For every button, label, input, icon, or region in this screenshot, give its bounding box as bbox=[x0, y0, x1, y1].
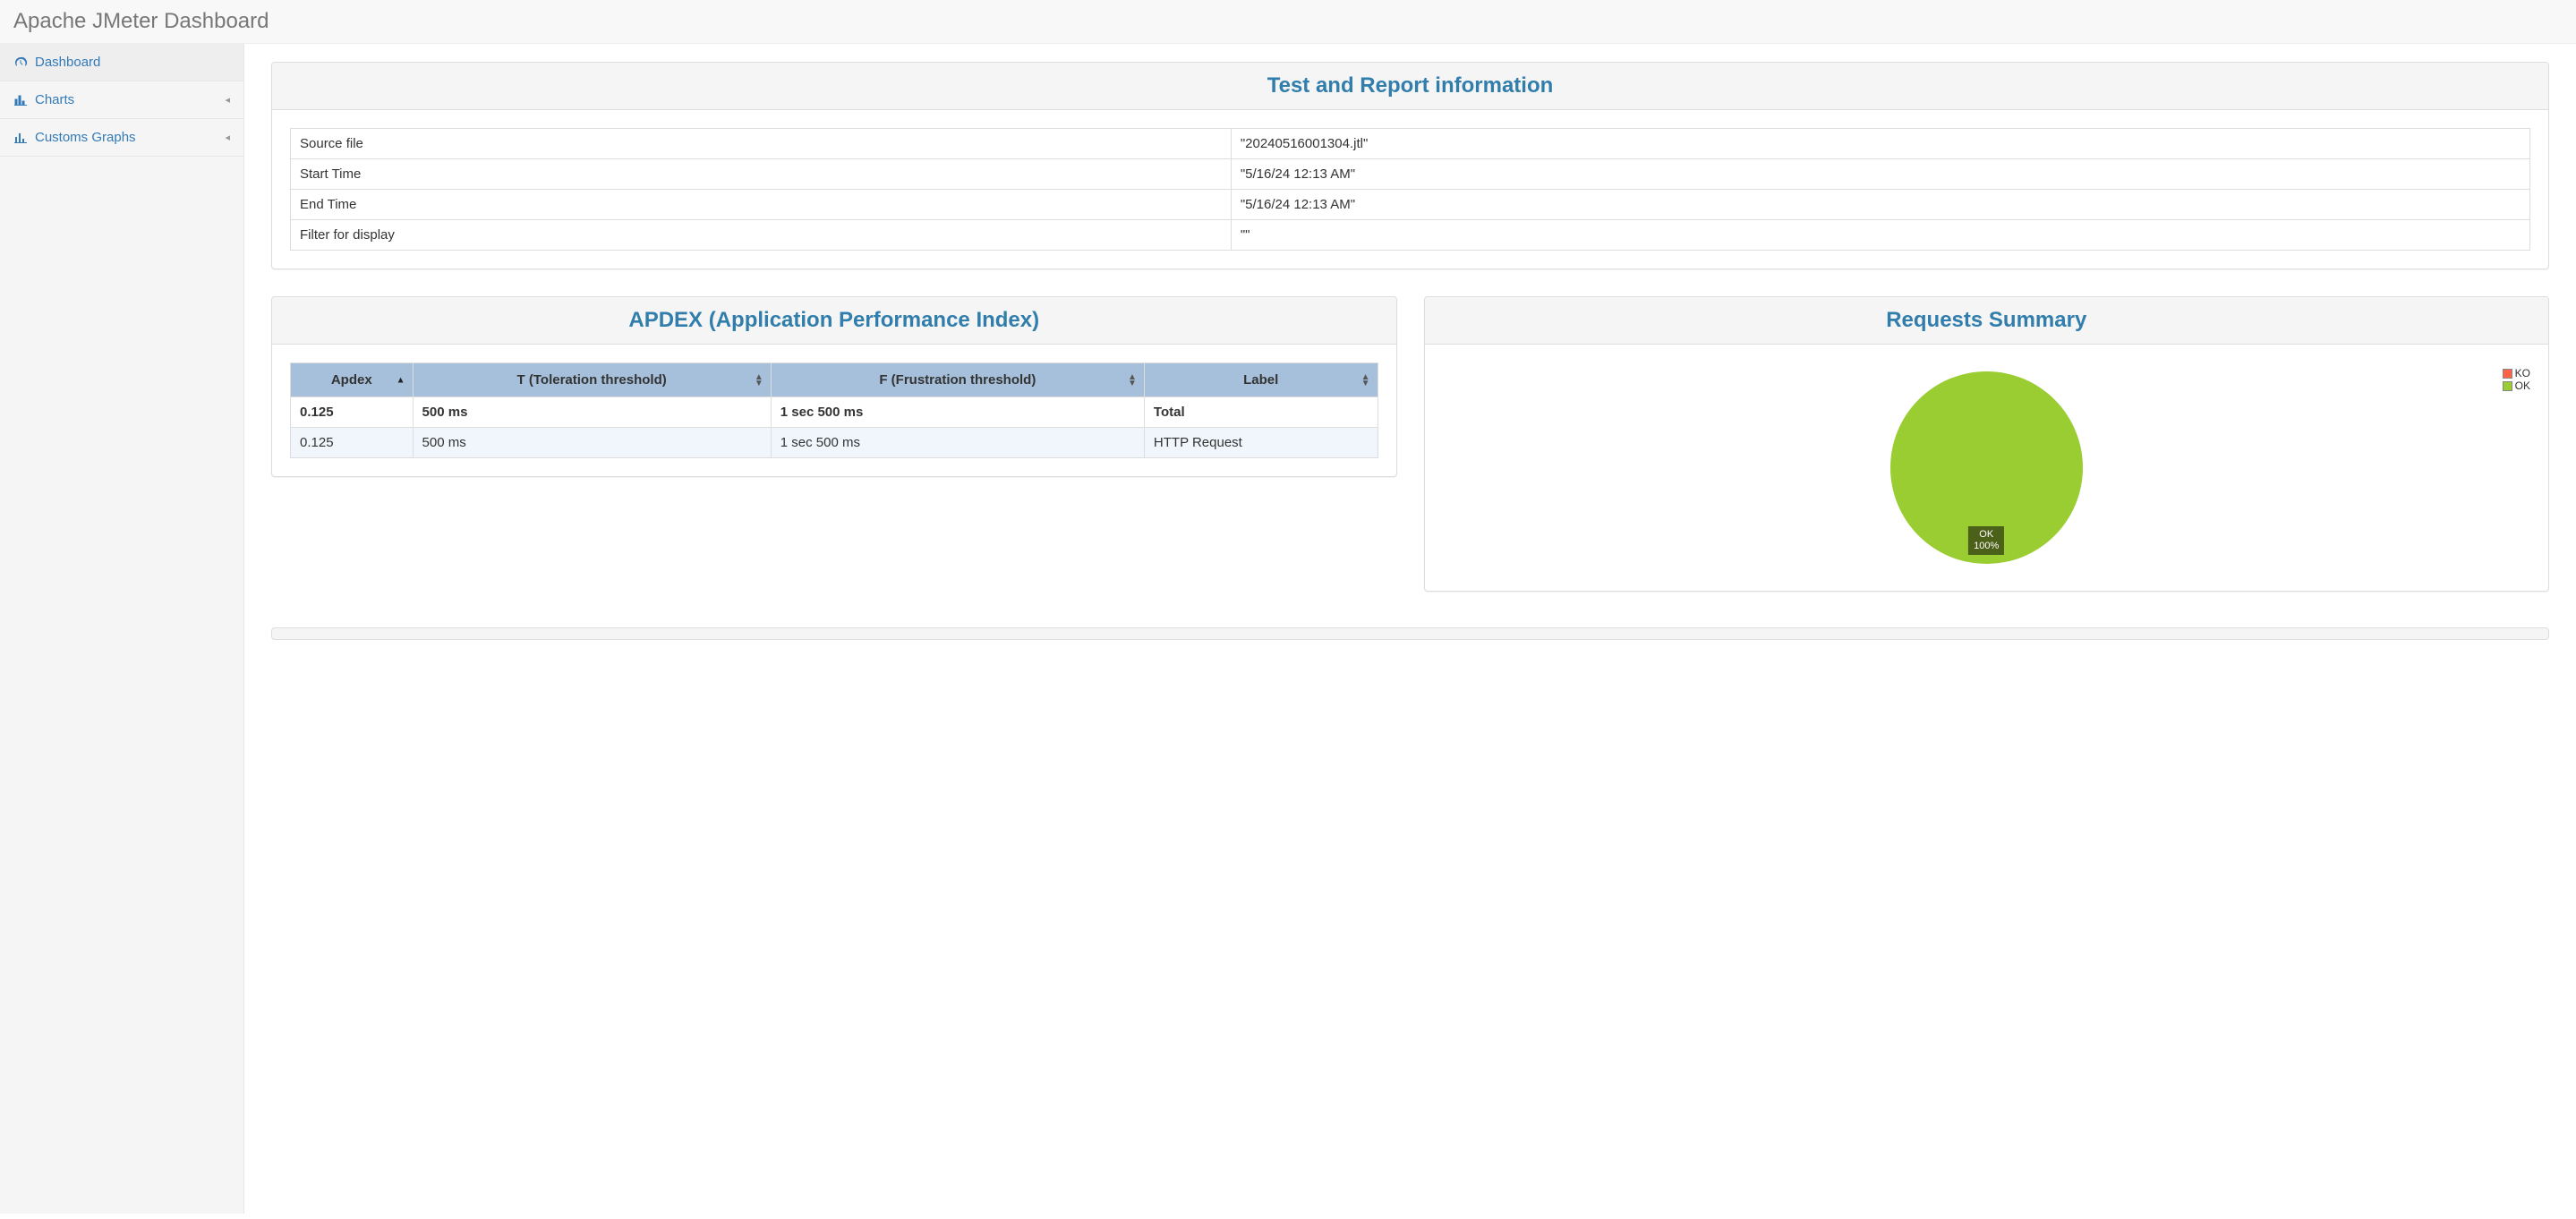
info-value: "20240516001304.jtl" bbox=[1231, 129, 2529, 159]
legend-item-ko[interactable]: KO bbox=[2503, 367, 2530, 379]
col-label: Label bbox=[1243, 372, 1278, 388]
table-row: Filter for display "" bbox=[291, 220, 2530, 251]
legend-label: OK bbox=[2515, 379, 2530, 392]
info-value: "" bbox=[1231, 220, 2529, 251]
test-info-table: Source file "20240516001304.jtl" Start T… bbox=[290, 128, 2530, 251]
sidebar-item-charts[interactable]: Charts ◂ bbox=[0, 81, 243, 119]
panel-heading: Test and Report information bbox=[272, 63, 2548, 110]
apdex-title: APDEX (Application Performance Index) bbox=[286, 308, 1383, 333]
apdex-panel: APDEX (Application Performance Index) Ap… bbox=[271, 296, 1397, 477]
cell-toleration: 500 ms bbox=[413, 397, 771, 428]
chevron-left-icon: ◂ bbox=[225, 132, 230, 143]
cell-label: HTTP Request bbox=[1144, 428, 1378, 458]
pie-chart-container: KO OK OK 100% bbox=[1443, 362, 2531, 573]
panel-heading: Requests Summary bbox=[1425, 297, 2549, 345]
next-panel-top bbox=[271, 627, 2549, 640]
info-label: Filter for display bbox=[291, 220, 1232, 251]
cell-apdex: 0.125 bbox=[291, 397, 414, 428]
test-info-title: Test and Report information bbox=[286, 73, 2535, 98]
requests-summary-panel: Requests Summary KO OK bbox=[1424, 296, 2550, 592]
cell-toleration: 500 ms bbox=[413, 428, 771, 458]
apdex-col-frustration[interactable]: F (Frustration threshold) ▲▼ bbox=[771, 363, 1144, 397]
test-info-panel: Test and Report information Source file … bbox=[271, 62, 2549, 269]
apdex-col-label[interactable]: Label ▲▼ bbox=[1144, 363, 1378, 397]
apdex-col-toleration[interactable]: T (Toleration threshold) ▲▼ bbox=[413, 363, 771, 397]
cell-frustration: 1 sec 500 ms bbox=[771, 428, 1144, 458]
info-value: "5/16/24 12:13 AM" bbox=[1231, 159, 2529, 190]
col-label: F (Frustration threshold) bbox=[879, 372, 1036, 388]
table-row: 0.125 500 ms 1 sec 500 ms HTTP Request bbox=[291, 428, 1378, 458]
sidebar-item-dashboard[interactable]: Dashboard bbox=[0, 44, 243, 81]
bar-chart-icon bbox=[13, 131, 28, 145]
sort-asc-icon: ▲ bbox=[397, 377, 405, 383]
chevron-left-icon: ◂ bbox=[225, 94, 230, 106]
table-row: Source file "20240516001304.jtl" bbox=[291, 129, 2530, 159]
legend-swatch bbox=[2503, 381, 2512, 391]
panel-heading: APDEX (Application Performance Index) bbox=[272, 297, 1396, 345]
pie-legend: KO OK bbox=[2503, 367, 2530, 392]
pie-label-name: OK bbox=[1974, 529, 1999, 541]
page-header: Apache JMeter Dashboard bbox=[0, 0, 2576, 44]
main-content: Test and Report information Source file … bbox=[244, 44, 2576, 1214]
cell-apdex: 0.125 bbox=[291, 428, 414, 458]
sort-icon: ▲▼ bbox=[755, 374, 763, 387]
sidebar-item-label: Dashboard bbox=[35, 55, 100, 70]
apdex-col-apdex[interactable]: Apdex ▲ bbox=[291, 363, 414, 397]
sort-icon: ▲▼ bbox=[1128, 374, 1137, 387]
bar-chart-icon bbox=[13, 93, 28, 107]
table-row: End Time "5/16/24 12:13 AM" bbox=[291, 190, 2530, 220]
page-title: Apache JMeter Dashboard bbox=[13, 9, 2563, 34]
pie-slice-label: OK 100% bbox=[1968, 526, 2004, 555]
cell-label: Total bbox=[1144, 397, 1378, 428]
sidebar-item-label: Customs Graphs bbox=[35, 130, 136, 145]
apdex-table: Apdex ▲ T (Toleration threshold) ▲▼ F (F… bbox=[290, 362, 1378, 458]
info-value: "5/16/24 12:13 AM" bbox=[1231, 190, 2529, 220]
legend-swatch bbox=[2503, 369, 2512, 379]
cell-frustration: 1 sec 500 ms bbox=[771, 397, 1144, 428]
requests-summary-title: Requests Summary bbox=[1438, 308, 2536, 333]
dashboard-icon bbox=[13, 55, 28, 70]
sidebar-item-label: Charts bbox=[35, 92, 74, 107]
table-row: Start Time "5/16/24 12:13 AM" bbox=[291, 159, 2530, 190]
legend-item-ok[interactable]: OK bbox=[2503, 379, 2530, 392]
sort-icon: ▲▼ bbox=[1361, 374, 1370, 387]
col-label: Apdex bbox=[331, 372, 372, 388]
info-label: End Time bbox=[291, 190, 1232, 220]
pie-label-value: 100% bbox=[1974, 541, 1999, 552]
sidebar-item-customs-graphs[interactable]: Customs Graphs ◂ bbox=[0, 119, 243, 157]
info-label: Source file bbox=[291, 129, 1232, 159]
legend-label: KO bbox=[2515, 367, 2530, 379]
table-row: 0.125 500 ms 1 sec 500 ms Total bbox=[291, 397, 1378, 428]
info-label: Start Time bbox=[291, 159, 1232, 190]
pie-chart[interactable]: OK 100% bbox=[1890, 371, 2083, 564]
sidebar: Dashboard Charts ◂ Customs Graphs ◂ bbox=[0, 44, 244, 1214]
col-label: T (Toleration threshold) bbox=[517, 372, 667, 388]
